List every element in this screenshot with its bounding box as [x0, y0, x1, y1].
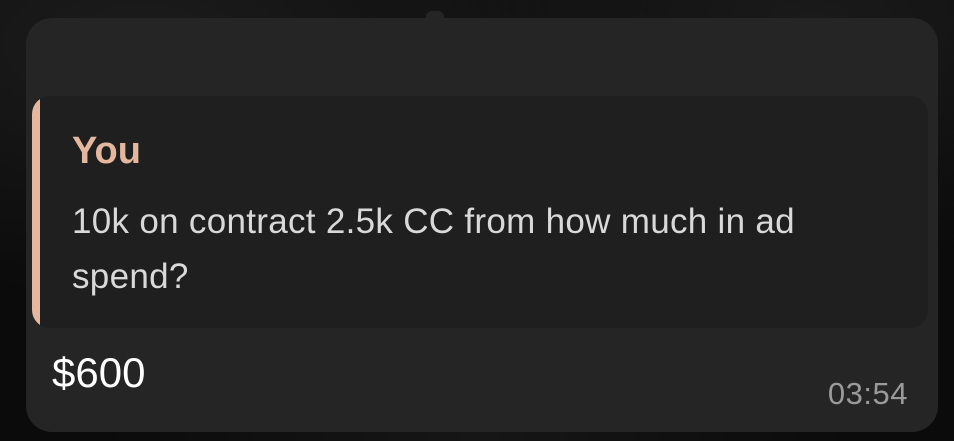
message-timestamp: 03:54	[827, 376, 908, 411]
message-bubble[interactable]: You 10k on contract 2.5k CC from how muc…	[26, 11, 938, 432]
bubble-notch	[426, 11, 444, 21]
reply-quote[interactable]: You 10k on contract 2.5k CC from how muc…	[32, 96, 928, 328]
quote-accent-bar	[32, 96, 40, 328]
message-text: $600	[52, 349, 146, 396]
quote-author: You	[72, 130, 141, 172]
quote-text: 10k on contract 2.5k CC from how much in…	[72, 202, 795, 296]
